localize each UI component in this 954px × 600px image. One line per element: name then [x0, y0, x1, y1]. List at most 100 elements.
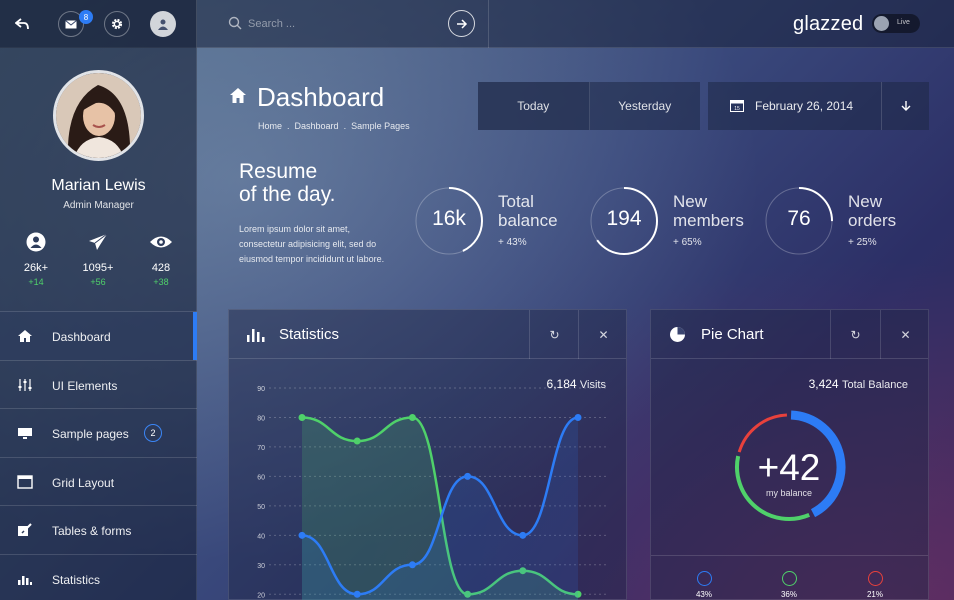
y-tick-label: 90 — [257, 386, 265, 393]
sidebar-item-sample-pages[interactable]: Sample pages 2 — [0, 408, 197, 457]
avatar[interactable] — [53, 70, 144, 161]
kpi-change: + 65% — [673, 237, 702, 248]
active-indicator — [193, 312, 197, 360]
selected-date: February 26, 2014 — [755, 99, 854, 113]
kpi-value: 76 — [787, 207, 811, 230]
kpi-label: Total balance — [498, 192, 558, 230]
top-left-toolbar: 8 — [0, 0, 197, 48]
data-point — [298, 531, 306, 539]
reply-icon — [15, 18, 29, 30]
sidebar-item-label: Grid Layout — [52, 475, 115, 490]
pie-chart-panel: Pie Chart ↻ ✕ 3,424 Total Balance +42 my… — [650, 309, 929, 600]
y-tick-label: 40 — [257, 533, 265, 540]
resume-title: Resume of the day. — [239, 160, 409, 206]
legend-swatch — [867, 571, 883, 586]
user-icon — [26, 232, 46, 252]
data-point — [408, 413, 416, 421]
grid-icon — [17, 474, 33, 489]
account-button[interactable] — [150, 11, 176, 37]
kpi-label: New members — [673, 192, 744, 230]
kpi-value: 194 — [606, 207, 642, 230]
kpi-label: New orders — [848, 192, 897, 230]
kpi-change: + 43% — [498, 237, 527, 248]
legend-item: 21% — [855, 571, 895, 599]
breadcrumb-dashboard[interactable]: Dashboard — [295, 121, 339, 131]
resume-title-line1: Resume — [239, 160, 318, 183]
stat-views: 428 +38 — [136, 232, 186, 287]
user-name: Marian Lewis — [51, 177, 146, 194]
data-point — [298, 413, 306, 421]
kpi-new-members: 194 New members + 65% — [589, 186, 749, 258]
search-icon — [228, 16, 242, 30]
avatar-image — [56, 73, 141, 158]
back-button[interactable] — [9, 11, 35, 37]
data-point — [464, 472, 472, 480]
data-point — [519, 531, 527, 539]
stat-messages-sent: 1095+ +56 — [73, 232, 123, 287]
page-title: Dashboard — [257, 82, 385, 112]
search-box — [198, 0, 489, 48]
sidebar-item-label: Statistics — [52, 572, 101, 587]
pie-legend: 43% 36% 21% — [651, 555, 928, 600]
stat-value: 26k+ — [23, 262, 49, 274]
toggle-knob — [874, 16, 889, 31]
today-button[interactable]: Today — [478, 82, 590, 130]
y-tick-label: 70 — [257, 445, 265, 452]
user-icon — [158, 19, 168, 30]
message-count-badge: 8 — [79, 10, 93, 24]
monitor-icon — [18, 428, 32, 439]
data-point — [353, 437, 361, 445]
data-point — [353, 590, 361, 598]
y-tick-label: 60 — [257, 474, 265, 481]
resume-text: Lorem ipsum dolor sit amet, consectetur … — [239, 224, 385, 264]
sidebar-item-tables-forms[interactable]: Tables & forms — [0, 505, 197, 554]
resume-title-line2: of the day. — [239, 183, 336, 206]
paper-plane-icon — [89, 233, 108, 250]
settings-button[interactable] — [104, 11, 130, 37]
data-point — [408, 561, 416, 569]
envelope-icon — [65, 19, 77, 28]
legend-percent: 43% — [695, 590, 712, 599]
sidebar-item-label: Sample pages — [52, 427, 129, 441]
stat-value: 428 — [151, 262, 171, 274]
statistics-panel: Statistics ↻ ✕ 6,184 Visits 20 30 40 50 60 70… — [228, 309, 627, 600]
gear-icon — [111, 18, 123, 30]
home-icon — [230, 88, 246, 103]
arrow-right-icon — [456, 18, 467, 29]
stat-value: 1095+ — [82, 262, 114, 274]
live-label: Live — [897, 19, 910, 26]
date-picker[interactable]: 15 February 26, 2014 — [708, 82, 929, 130]
sample-pages-badge: 2 — [144, 424, 162, 442]
breadcrumb: Home. Dashboard. Sample Pages — [258, 121, 410, 131]
sidebar-item-grid-layout[interactable]: Grid Layout — [0, 456, 197, 506]
donut-center-value: +42 — [757, 447, 821, 488]
statistics-line-chart: 20 30 40 50 60 70 80 90 — [257, 386, 607, 600]
breadcrumb-home[interactable]: Home — [258, 121, 282, 131]
live-toggle[interactable]: Live — [872, 14, 920, 33]
breadcrumb-sample-pages[interactable]: Sample Pages — [351, 121, 410, 131]
sidebar: Marian Lewis Admin Manager 26k+ +14 1095… — [0, 48, 197, 600]
sidebar-item-statistics[interactable]: Statistics — [0, 553, 197, 600]
y-tick-label: 50 — [257, 504, 265, 511]
legend-item: 36% — [769, 571, 809, 599]
top-bar: 8 glazzed Live — [0, 0, 954, 48]
day-filter: Today Yesterday — [478, 82, 700, 130]
sliders-icon — [18, 378, 32, 391]
y-tick-label: 20 — [257, 592, 265, 599]
balance-donut-chart — [735, 410, 846, 521]
search-submit-button[interactable] — [448, 10, 475, 37]
legend-percent: 21% — [866, 590, 883, 599]
date-dropdown-button[interactable] — [881, 82, 929, 130]
sidebar-item-dashboard[interactable]: Dashboard — [0, 311, 197, 360]
y-tick-label: 80 — [257, 415, 265, 422]
donut-center-label: my balance — [765, 488, 813, 498]
search-input[interactable] — [248, 15, 428, 33]
user-role: Admin Manager — [63, 200, 134, 211]
kpi-value: 16k — [432, 207, 466, 230]
yesterday-button[interactable]: Yesterday — [590, 82, 701, 130]
sidebar-item-ui-elements[interactable]: UI Elements — [0, 359, 197, 409]
sidebar-item-label: UI Elements — [52, 378, 118, 393]
kpi-new-orders: 76 New orders + 25% — [764, 186, 924, 258]
edit-icon — [18, 523, 32, 536]
home-icon — [18, 330, 32, 342]
